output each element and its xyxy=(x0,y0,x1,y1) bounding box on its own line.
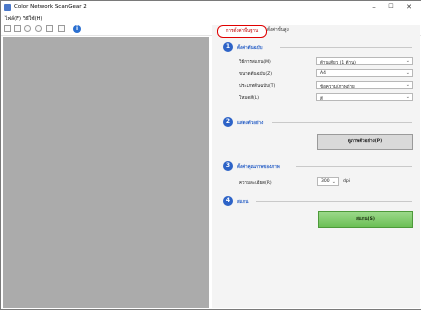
settings-panel: การตั้งค่าพื้นฐาน ตั้งค่าขั้นสูง 1 ตั้งค… xyxy=(212,25,420,308)
document-size-value: A4 xyxy=(320,71,326,76)
section-title-original: ตั้งค่าต้นฉบับ xyxy=(237,46,263,51)
section-number-1: 1 xyxy=(223,42,233,52)
field-label-document-type: ประเภทต้นฉบับ(T) xyxy=(239,84,276,89)
chevron-down-icon: ⌄ xyxy=(405,94,410,100)
resolution-value: 300 xyxy=(321,179,330,184)
zoom-icon[interactable] xyxy=(24,25,31,32)
resolution-unit: dpi xyxy=(343,179,350,184)
chevron-down-icon: ⌄ xyxy=(331,179,336,185)
chevron-down-icon: ⌄ xyxy=(405,58,410,64)
scan-button[interactable]: สแกน(S) xyxy=(318,211,413,228)
tab-advanced-settings[interactable]: ตั้งค่าขั้นสูง xyxy=(264,25,292,36)
section-title-scan: สแกน xyxy=(237,200,249,205)
section-divider xyxy=(280,47,412,48)
resolution-select[interactable]: 300 ⌄ xyxy=(317,177,339,186)
document-type-select[interactable]: ข้อความ/ภาพถ่าย ⌄ xyxy=(316,81,413,90)
scan-method-select[interactable]: ด้านเดียว (1 ด้าน) ⌄ xyxy=(316,57,413,66)
maximize-icon[interactable]: ☐ xyxy=(384,1,398,13)
preview-area[interactable] xyxy=(3,37,209,308)
color-mode-value: สี xyxy=(320,97,323,102)
section-number-2: 2 xyxy=(223,117,233,127)
copy-icon[interactable] xyxy=(58,25,65,32)
scangear-window: Color Network ScanGear 2 – ☐ ✕ ไฟล์(F) ว… xyxy=(0,0,421,310)
menu-bar: ไฟล์(F) วิธีใช้(H) xyxy=(1,14,421,23)
window-title: Color Network ScanGear 2 xyxy=(14,4,87,10)
scan-method-value: ด้านเดียว (1 ด้าน) xyxy=(320,61,356,66)
document-size-select[interactable]: A4 ⌄ xyxy=(316,69,413,77)
title-bar: Color Network ScanGear 2 – ☐ ✕ xyxy=(1,1,421,14)
section-divider xyxy=(256,201,412,202)
field-label-scan-method: วิธีการสแกน(M) xyxy=(239,60,271,65)
zoom-out-icon[interactable] xyxy=(35,25,42,32)
preview-button[interactable]: ดูภาพตัวอย่าง(P) xyxy=(317,134,413,150)
menu-file[interactable]: ไฟล์(F) xyxy=(5,15,21,23)
section-divider xyxy=(296,166,412,167)
section-divider xyxy=(272,122,412,123)
chevron-down-icon: ⌄ xyxy=(405,70,410,76)
section-number-4: 4 xyxy=(223,196,233,206)
info-icon[interactable]: i xyxy=(73,25,81,33)
crop-icon[interactable] xyxy=(46,25,53,32)
menu-help[interactable]: วิธีใช้(H) xyxy=(23,15,42,23)
field-label-resolution: ความละเอียด(R) xyxy=(239,181,272,186)
close-icon[interactable]: ✕ xyxy=(402,1,416,13)
app-icon xyxy=(4,4,11,11)
field-label-document-size: ขนาดต้นฉบับ(Z) xyxy=(239,72,272,77)
chevron-down-icon: ⌄ xyxy=(405,82,410,88)
section-title-image-quality: ตั้งค่าคุณภาพของภาพ xyxy=(237,165,280,170)
field-label-color-mode: โหมดสี(L) xyxy=(239,96,260,101)
color-mode-select[interactable]: สี ⌄ xyxy=(316,93,413,102)
minimize-icon[interactable]: – xyxy=(367,1,381,13)
tab-basic-settings[interactable]: การตั้งค่าพื้นฐาน xyxy=(217,25,267,38)
open-icon[interactable] xyxy=(14,25,21,32)
section-title-preview: แสดงตัวอย่าง xyxy=(237,121,264,126)
document-type-value: ข้อความ/ภาพถ่าย xyxy=(320,85,355,90)
new-icon[interactable] xyxy=(4,25,11,32)
section-number-3: 3 xyxy=(223,161,233,171)
